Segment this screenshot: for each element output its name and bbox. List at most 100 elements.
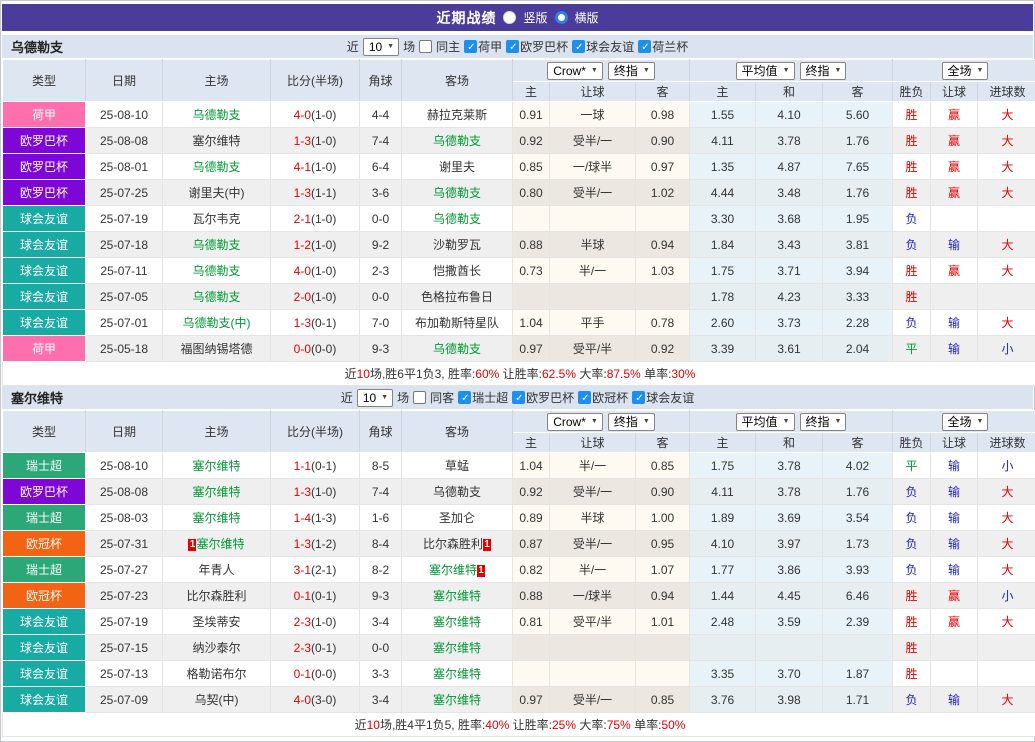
chevron-down-icon [591,67,598,74]
home-team: 乌契(中) [163,687,271,713]
match-row: 球会友谊25-07-05乌德勒支2-0(1-0)0-0色格拉布鲁日1.784.2… [3,284,1035,310]
vertical-layout-radio[interactable] [503,11,516,24]
average-select[interactable]: 平均值 [736,62,795,80]
scope-select[interactable]: 全场 [942,62,989,80]
result-goals: 大 [978,232,1035,258]
home-team: 比尔森胜利 [163,583,271,609]
same-venue-checkbox[interactable] [413,391,426,404]
odds-home: 0.85 [513,154,550,180]
odds-handicap: 受半/一 [550,128,636,154]
league-label[interactable]: 欧冠杯 [592,389,628,406]
same-venue-label[interactable]: 同主 [436,38,460,55]
home-team: 福图纳锡塔德 [163,336,271,362]
league-filter[interactable]: 欧冠杯 [578,389,628,406]
odds-company-select[interactable]: Crow* [547,62,603,80]
scope-group-header: 全场 [893,60,1035,82]
league-filter[interactable]: 荷甲 [464,38,502,55]
match-score: 4-0(3-0) [271,687,360,713]
league-label[interactable]: 欧罗巴杯 [526,389,574,406]
league-label[interactable]: 荷甲 [478,38,502,55]
result-outcome: 负 [893,687,931,713]
corner-count: 8-4 [360,531,402,557]
corner-count: 0-0 [360,635,402,661]
scope-value: 全场 [948,413,972,430]
match-score: 1-3(0-1) [271,310,360,336]
match-score: 4-1(1-0) [271,154,360,180]
league-badge: 瑞士超 [3,505,86,531]
league-checkbox[interactable] [638,40,651,53]
league-label[interactable]: 欧罗巴杯 [520,38,568,55]
avg-away: 3.33 [823,284,893,310]
league-checkbox[interactable] [512,391,525,404]
league-filter[interactable]: 瑞士超 [458,389,508,406]
league-label[interactable]: 瑞士超 [472,389,508,406]
league-filter[interactable]: 球会友谊 [572,38,634,55]
home-team-name: 乌德勒支 [192,238,240,252]
league-checkbox[interactable] [578,391,591,404]
league-filter[interactable]: 球会友谊 [632,389,694,406]
home-team-name: 塞尔维特 [196,537,244,551]
home-team: 乌德勒支(中) [163,310,271,336]
away-team-name: 乌德勒支 [433,134,481,148]
avg-home: 3.35 [690,661,756,687]
home-team-name: 乌德勒支 [192,160,240,174]
summary-part: 场,胜6平1负3, 胜率: [370,367,475,381]
vertical-layout-label[interactable]: 竖版 [523,9,547,26]
league-label[interactable]: 球会友谊 [646,389,694,406]
chevron-down-icon [835,418,842,425]
odds-home: 0.87 [513,531,550,557]
chevron-down-icon [387,43,394,50]
final-odds-select-2[interactable]: 终指 [800,62,847,80]
match-count-select[interactable]: 10 [357,389,393,407]
result-handicap: 输 [931,687,978,713]
final-odds-select[interactable]: 终指 [608,413,655,431]
odds-handicap: 半球 [550,232,636,258]
result-outcome: 胜 [893,635,931,661]
match-count-select[interactable]: 10 [363,38,399,56]
league-label[interactable]: 荷兰杯 [652,38,688,55]
subheader-odds-away: 客 [636,433,690,453]
league-label[interactable]: 球会友谊 [586,38,634,55]
result-outcome: 负 [893,310,931,336]
league-filter[interactable]: 荷兰杯 [638,38,688,55]
result-goals: 大 [978,505,1035,531]
corner-count: 9-3 [360,583,402,609]
odds-away: 0.97 [636,154,690,180]
league-filter[interactable]: 欧罗巴杯 [512,389,574,406]
same-venue-label[interactable]: 同客 [430,389,454,406]
league-checkbox[interactable] [572,40,585,53]
league-checkbox[interactable] [632,391,645,404]
result-handicap: 输 [931,310,978,336]
fulltime-score: 2-0 [294,290,311,304]
summary-part: 25% [552,718,576,732]
odds-company-select[interactable]: Crow* [547,413,603,431]
summary-part: 62.5% [542,367,576,381]
match-date: 25-07-25 [86,180,163,206]
result-handicap: 输 [931,557,978,583]
league-checkbox[interactable] [506,40,519,53]
final-odds-select[interactable]: 终指 [608,62,655,80]
match-date: 25-07-11 [86,258,163,284]
horizontal-layout-label[interactable]: 横版 [575,9,599,26]
final-odds-value-2: 终指 [806,62,830,79]
result-goals [978,284,1035,310]
league-checkbox[interactable] [458,391,471,404]
league-filter[interactable]: 欧罗巴杯 [506,38,568,55]
avg-home: 4.11 [690,128,756,154]
corner-count: 1-6 [360,505,402,531]
fulltime-score: 2-3 [294,641,311,655]
final-odds-select-2[interactable]: 终指 [800,413,847,431]
subheader-outcome: 胜负 [893,82,931,102]
odds-home [513,206,550,232]
scope-select[interactable]: 全场 [942,413,989,431]
league-checkbox[interactable] [464,40,477,53]
result-outcome: 负 [893,232,931,258]
average-select[interactable]: 平均值 [736,413,795,431]
subheader-handicap: 让球 [550,433,636,453]
result-handicap [931,284,978,310]
home-team: 乌德勒支 [163,258,271,284]
avg-away: 1.76 [823,180,893,206]
horizontal-layout-radio[interactable] [555,11,568,24]
match-row: 欧罗巴杯25-08-08塞尔维特1-3(1-0)7-4乌德勒支0.92受半/一0… [3,479,1035,505]
same-venue-checkbox[interactable] [419,40,432,53]
